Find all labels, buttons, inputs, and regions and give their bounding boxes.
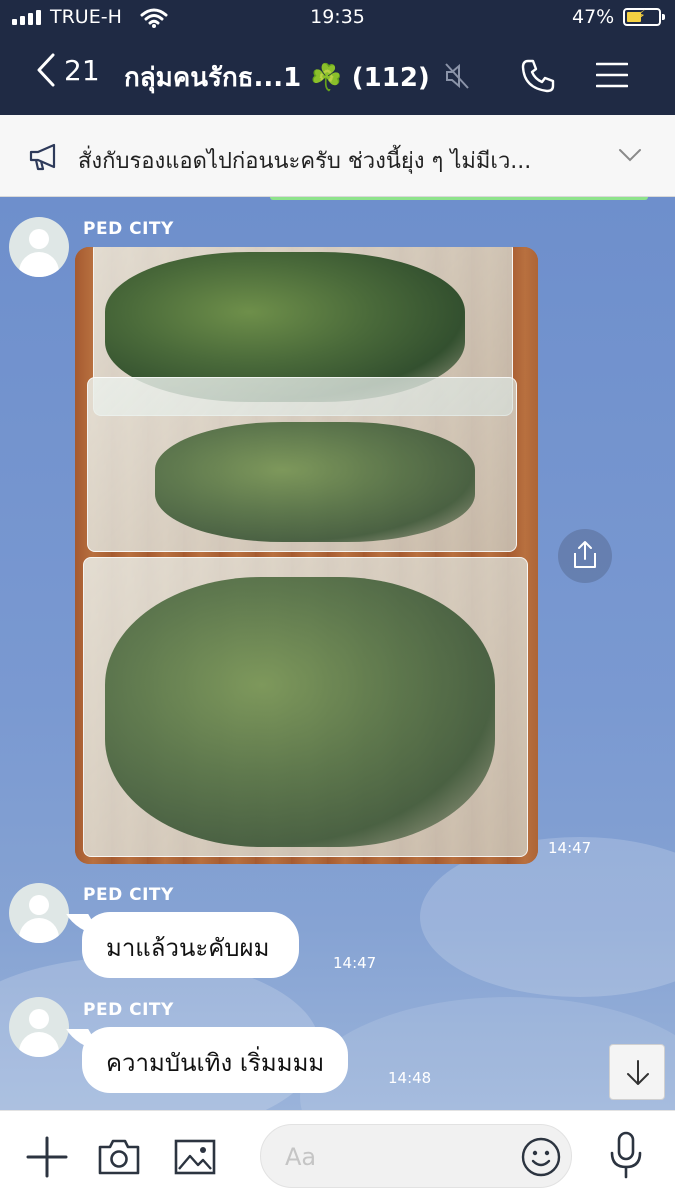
message-photo[interactable] bbox=[75, 247, 538, 864]
share-button[interactable] bbox=[558, 529, 612, 583]
battery-percent: 47% bbox=[572, 6, 615, 28]
sender-name: PED CITY bbox=[83, 219, 174, 239]
microphone-icon[interactable] bbox=[608, 1131, 644, 1181]
chevron-down-icon[interactable] bbox=[618, 147, 642, 163]
plus-icon[interactable] bbox=[26, 1136, 68, 1178]
avatar[interactable] bbox=[9, 217, 69, 277]
battery-icon: ⚡ bbox=[623, 8, 665, 26]
top-bar: TRUE-H 19:35 47% ⚡ 21 กลุ่มคนรักธ...1 ☘️… bbox=[0, 0, 675, 115]
message-time: 14:47 bbox=[548, 839, 592, 857]
muted-speaker-icon[interactable] bbox=[444, 62, 470, 90]
chat-header: 21 กลุ่มคนรักธ...1 ☘️ (112) bbox=[0, 40, 675, 115]
announcement-banner[interactable]: สั่งกับรองแอดไปก่อนนะครับ ช่วงนี้ยุ่ง ๆ … bbox=[0, 115, 675, 197]
scroll-to-bottom-button[interactable] bbox=[609, 1044, 665, 1100]
emoji-icon[interactable] bbox=[521, 1137, 561, 1177]
clover-emoji: ☘️ bbox=[310, 63, 343, 93]
arrow-down-icon bbox=[627, 1060, 649, 1085]
announcement-text: สั่งกับรองแอดไปก่อนนะครับ ช่วงนี้ยุ่ง ๆ … bbox=[78, 149, 532, 174]
input-placeholder: Aa bbox=[285, 1143, 317, 1171]
chevron-left-icon bbox=[37, 53, 55, 87]
status-bar: TRUE-H 19:35 47% ⚡ bbox=[0, 0, 675, 36]
message-input[interactable]: Aa bbox=[260, 1124, 572, 1188]
unread-count: 21 bbox=[64, 53, 100, 87]
chat-title[interactable]: กลุ่มคนรักธ...1 ☘️ (112) bbox=[124, 57, 430, 98]
phone-icon[interactable] bbox=[520, 58, 556, 94]
share-icon bbox=[574, 541, 596, 568]
sender-name: PED CITY bbox=[83, 885, 174, 905]
menu-icon[interactable] bbox=[596, 62, 628, 88]
message-text: ความบันเทิง เริ่มมมม bbox=[106, 1049, 325, 1077]
image-icon[interactable] bbox=[174, 1139, 216, 1175]
previous-message-edge bbox=[270, 197, 648, 200]
avatar[interactable] bbox=[9, 997, 69, 1057]
avatar[interactable] bbox=[9, 883, 69, 943]
input-bar: Aa bbox=[0, 1110, 675, 1200]
message-time: 14:48 bbox=[388, 1069, 432, 1087]
back-button[interactable]: 21 bbox=[36, 52, 100, 88]
message-time: 14:47 bbox=[333, 954, 377, 972]
group-name: กลุ่มคนรักธ...1 bbox=[124, 63, 302, 93]
megaphone-icon bbox=[29, 143, 56, 171]
message-bubble[interactable]: มาแล้วนะคับผม bbox=[82, 912, 300, 978]
member-count: (112) bbox=[351, 63, 430, 93]
message-text: มาแล้วนะคับผม bbox=[106, 934, 270, 962]
sender-name: PED CITY bbox=[83, 1000, 174, 1020]
chat-area[interactable]: PED CITY 14:47 PED CITY มาแล้วนะคับผม 14… bbox=[0, 197, 675, 1110]
camera-icon[interactable] bbox=[97, 1138, 141, 1176]
message-bubble[interactable]: ความบันเทิง เริ่มมมม bbox=[82, 1027, 349, 1093]
